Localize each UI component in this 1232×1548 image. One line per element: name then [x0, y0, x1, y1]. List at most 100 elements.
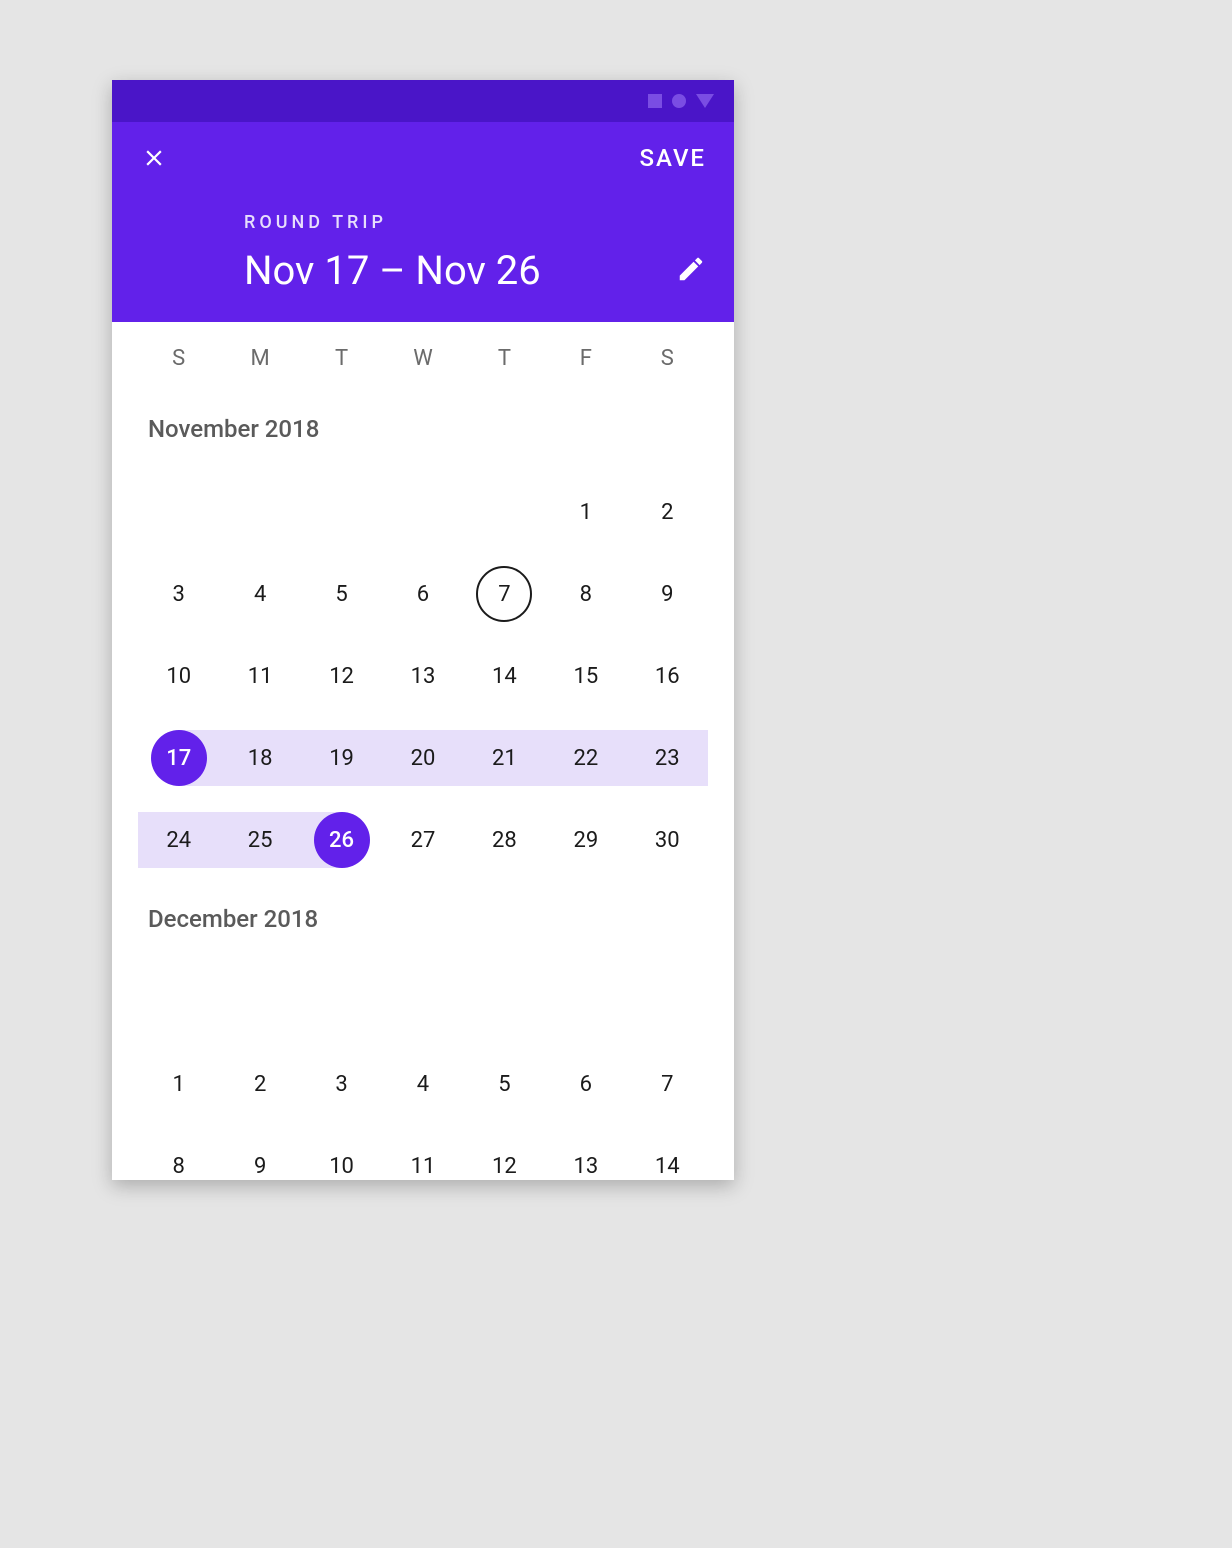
calendar-body[interactable]: November 2018123456789101112131415161718… — [112, 391, 734, 1180]
day-cell[interactable]: 9 — [219, 1125, 300, 1180]
day-cell[interactable]: 7 — [464, 553, 545, 635]
day-cell-empty — [301, 471, 382, 553]
day-cell[interactable]: 3 — [138, 553, 219, 635]
day-cell[interactable]: 10 — [301, 1125, 382, 1180]
save-button[interactable]: SAVE — [639, 144, 706, 172]
day-number: 2 — [639, 484, 695, 540]
day-cell[interactable]: 30 — [627, 799, 708, 881]
day-cell-empty — [464, 471, 545, 553]
day-cell[interactable]: 26 — [301, 799, 382, 881]
day-cell[interactable]: 14 — [627, 1125, 708, 1180]
day-cell[interactable]: 2 — [219, 1043, 300, 1125]
day-cell[interactable]: 19 — [301, 717, 382, 799]
day-number: 25 — [232, 812, 288, 868]
day-number: 4 — [395, 1056, 451, 1112]
day-cell[interactable]: 17 — [138, 717, 219, 799]
day-cell[interactable]: 3 — [301, 1043, 382, 1125]
day-cell[interactable]: 18 — [219, 717, 300, 799]
close-button[interactable] — [140, 144, 168, 172]
day-number: 20 — [395, 730, 451, 786]
day-cell[interactable]: 2 — [627, 471, 708, 553]
day-cell-empty — [301, 961, 382, 1043]
day-number: 8 — [151, 1138, 207, 1180]
day-cell[interactable]: 8 — [545, 553, 626, 635]
trip-type-label: ROUND TRIP — [244, 212, 541, 233]
weekday-header-row: SMTWTFS — [112, 322, 734, 391]
day-cell[interactable]: 25 — [219, 799, 300, 881]
day-number: 2 — [232, 1056, 288, 1112]
day-cell[interactable]: 1 — [545, 471, 626, 553]
day-number: 17 — [151, 730, 207, 786]
day-number: 12 — [476, 1138, 532, 1180]
day-number: 23 — [639, 730, 695, 786]
day-cell-empty — [464, 961, 545, 1043]
day-cell[interactable]: 6 — [545, 1043, 626, 1125]
status-square-icon — [648, 94, 662, 108]
close-icon — [141, 145, 167, 171]
day-cell[interactable]: 10 — [138, 635, 219, 717]
day-cell[interactable]: 9 — [627, 553, 708, 635]
day-number: 27 — [395, 812, 451, 868]
month-grid: 1234567891011121314151617181920212223242… — [138, 471, 708, 881]
day-cell[interactable]: 12 — [301, 635, 382, 717]
day-cell[interactable]: 29 — [545, 799, 626, 881]
day-cell[interactable]: 11 — [219, 635, 300, 717]
day-number: 8 — [558, 566, 614, 622]
day-number: 11 — [395, 1138, 451, 1180]
day-number: 12 — [314, 648, 370, 704]
day-cell[interactable]: 13 — [382, 635, 463, 717]
day-number: 11 — [232, 648, 288, 704]
day-number: 30 — [639, 812, 695, 868]
day-cell[interactable]: 27 — [382, 799, 463, 881]
day-cell-empty — [138, 471, 219, 553]
date-range-picker: SAVE ROUND TRIP Nov 17 – Nov 26 SMTWTFS … — [112, 80, 734, 1180]
day-cell[interactable]: 12 — [464, 1125, 545, 1180]
status-circle-icon — [672, 94, 686, 108]
day-cell-empty — [627, 961, 708, 1043]
weekday-label: F — [545, 346, 626, 371]
day-cell[interactable]: 1 — [138, 1043, 219, 1125]
edit-dates-button[interactable] — [676, 254, 706, 294]
day-number: 26 — [314, 812, 370, 868]
day-cell-empty — [545, 961, 626, 1043]
month-title: December 2018 — [138, 881, 708, 961]
day-number: 24 — [151, 812, 207, 868]
day-cell-empty — [138, 961, 219, 1043]
weekday-label: T — [464, 346, 545, 371]
selected-date-range: Nov 17 – Nov 26 — [244, 247, 541, 294]
day-cell[interactable]: 11 — [382, 1125, 463, 1180]
day-number: 1 — [151, 1056, 207, 1112]
day-number: 10 — [314, 1138, 370, 1180]
day-number: 5 — [476, 1056, 532, 1112]
day-number: 10 — [151, 648, 207, 704]
day-cell[interactable]: 16 — [627, 635, 708, 717]
day-number: 7 — [476, 566, 532, 622]
day-cell[interactable]: 4 — [219, 553, 300, 635]
day-cell[interactable]: 20 — [382, 717, 463, 799]
weekday-label: T — [301, 346, 382, 371]
day-cell[interactable]: 14 — [464, 635, 545, 717]
month-title: November 2018 — [138, 391, 708, 471]
day-number: 14 — [476, 648, 532, 704]
day-number: 6 — [395, 566, 451, 622]
day-number: 19 — [314, 730, 370, 786]
day-cell[interactable]: 8 — [138, 1125, 219, 1180]
day-cell[interactable]: 21 — [464, 717, 545, 799]
day-number: 16 — [639, 648, 695, 704]
day-cell[interactable]: 5 — [301, 553, 382, 635]
day-cell[interactable]: 4 — [382, 1043, 463, 1125]
day-cell[interactable]: 22 — [545, 717, 626, 799]
day-number: 13 — [395, 648, 451, 704]
day-cell[interactable]: 13 — [545, 1125, 626, 1180]
day-number: 15 — [558, 648, 614, 704]
weekday-label: S — [138, 346, 219, 371]
day-cell[interactable]: 24 — [138, 799, 219, 881]
day-cell[interactable]: 5 — [464, 1043, 545, 1125]
day-number: 13 — [558, 1138, 614, 1180]
day-cell[interactable]: 15 — [545, 635, 626, 717]
day-cell[interactable]: 28 — [464, 799, 545, 881]
day-cell[interactable]: 6 — [382, 553, 463, 635]
day-cell[interactable]: 7 — [627, 1043, 708, 1125]
day-cell-empty — [219, 471, 300, 553]
day-cell[interactable]: 23 — [627, 717, 708, 799]
